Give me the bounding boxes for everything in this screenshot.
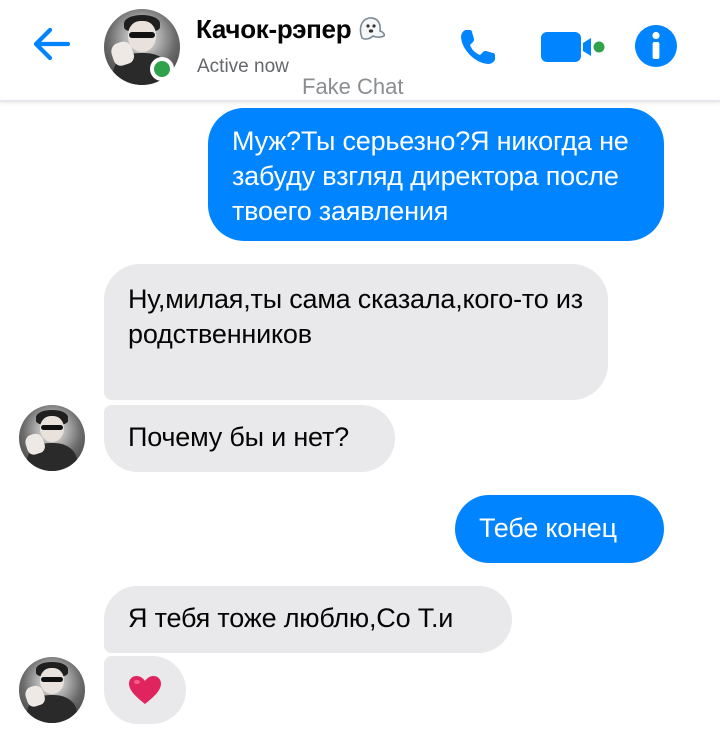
status-text: Active now bbox=[197, 56, 289, 77]
info-icon bbox=[635, 25, 677, 67]
video-call-button[interactable] bbox=[536, 22, 610, 72]
contact-name: Качок-рэпер bbox=[196, 14, 352, 44]
ghost-icon bbox=[360, 17, 386, 40]
message-bubble-outgoing[interactable]: Тебе конец bbox=[455, 495, 664, 563]
watermark: Fake Chat bbox=[302, 74, 404, 99]
message-bubble-incoming[interactable]: Я тебя тоже люблю,Со Т.и bbox=[104, 586, 512, 653]
sender-avatar[interactable] bbox=[19, 657, 85, 723]
back-arrow-icon bbox=[33, 27, 71, 61]
back-button[interactable] bbox=[28, 24, 76, 64]
chat-screen: Качок-рэпер Active now Fake Chat Муж?Ты … bbox=[0, 0, 720, 740]
contact-name-row[interactable]: Качок-рэпер bbox=[196, 14, 387, 45]
message-bubble-incoming[interactable]: Ну,милая,ты сама сказала,кого-то из родс… bbox=[104, 264, 608, 400]
info-button[interactable] bbox=[630, 20, 682, 72]
online-indicator bbox=[150, 57, 174, 81]
sender-avatar[interactable] bbox=[19, 405, 85, 471]
chat-header: Качок-рэпер Active now Fake Chat bbox=[0, 0, 720, 102]
message-bubble-incoming[interactable]: Почему бы и нет? bbox=[104, 405, 395, 472]
video-camera-icon bbox=[541, 32, 605, 62]
phone-icon bbox=[461, 30, 495, 64]
heart-icon bbox=[129, 676, 161, 704]
call-button[interactable] bbox=[452, 22, 504, 72]
message-bubble-outgoing[interactable]: Муж?Ты серьезно?Я никогда не забуду взгл… bbox=[208, 108, 664, 241]
message-bubble-heart[interactable] bbox=[104, 656, 186, 724]
